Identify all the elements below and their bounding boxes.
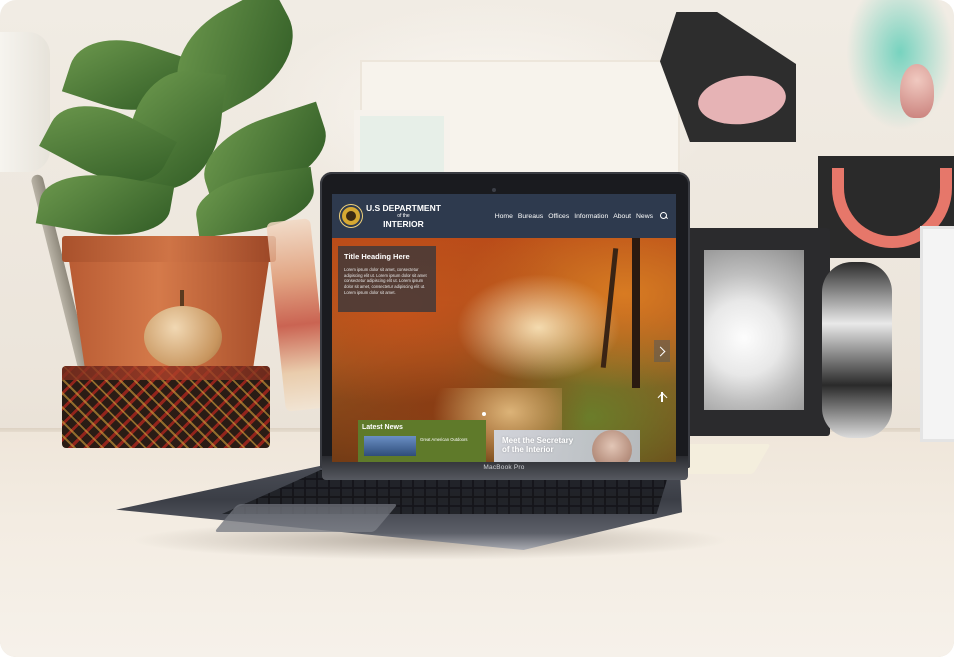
tree-trunk: [600, 248, 619, 368]
hero-body: Lorem ipsum dolor sit amet, consectetur …: [344, 267, 427, 295]
nav-about[interactable]: About: [613, 213, 631, 220]
webcam-icon: [492, 188, 496, 192]
news-item-title[interactable]: Great American Outdoors: [420, 437, 467, 442]
main-nav: Home Bureaus Offices Information About N…: [495, 212, 668, 220]
laptop-trackpad: [214, 504, 398, 532]
news-thumbnail[interactable]: [364, 436, 416, 456]
nav-offices[interactable]: Offices: [548, 213, 569, 220]
pot-rim: [62, 236, 276, 262]
carousel-dot[interactable]: [482, 412, 486, 416]
photo-scene: MacBook Pro U.S DEPARTMENT of the INTERI…: [0, 0, 954, 657]
white-frame: [920, 226, 954, 442]
latest-news-heading: Latest News: [362, 424, 403, 431]
panda-figurine: [822, 262, 892, 438]
arrow-up-icon[interactable]: [654, 388, 670, 404]
nav-home[interactable]: Home: [495, 213, 513, 220]
secretary-card[interactable]: Meet the Secretary of the Interior: [494, 430, 640, 462]
site-logo-text[interactable]: U.S DEPARTMENT of the INTERIOR: [366, 204, 441, 228]
hero-title: Title Heading Here: [344, 252, 410, 261]
secretary-portrait: [592, 430, 632, 462]
logo-line-1: U.S DEPARTMENT: [366, 203, 441, 213]
desk-lamp-head: [0, 32, 50, 172]
laptop-screen: U.S DEPARTMENT of the INTERIOR Home Bure…: [332, 194, 676, 462]
logo-line-2: of the: [397, 212, 410, 219]
search-icon[interactable]: [660, 212, 668, 220]
latest-news-card[interactable]: Latest News Great American Outdoors: [358, 420, 486, 462]
laptop-brand-label: MacBook Pro: [483, 464, 525, 471]
hero-title-card: Title Heading Here Lorem ipsum dolor sit…: [338, 246, 436, 312]
site-header: U.S DEPARTMENT of the INTERIOR Home Bure…: [332, 194, 676, 238]
seal-emblem: [346, 211, 356, 221]
nav-bureaus[interactable]: Bureaus: [518, 213, 543, 220]
figure-drawing: [900, 64, 934, 118]
secretary-label: Meet the Secretary of the Interior: [502, 436, 574, 455]
chevron-right-icon[interactable]: [654, 340, 670, 362]
nav-news[interactable]: News: [636, 213, 653, 220]
wooden-apple: [144, 306, 222, 368]
embroidered-box-lid: [62, 366, 270, 380]
department-seal-icon[interactable]: [340, 205, 362, 227]
framed-photo: [704, 250, 804, 410]
logo-line-3: INTERIOR: [383, 218, 424, 229]
palm-art-print: [846, 0, 954, 130]
tree-trunk: [632, 238, 640, 388]
nav-information[interactable]: Information: [574, 213, 608, 220]
